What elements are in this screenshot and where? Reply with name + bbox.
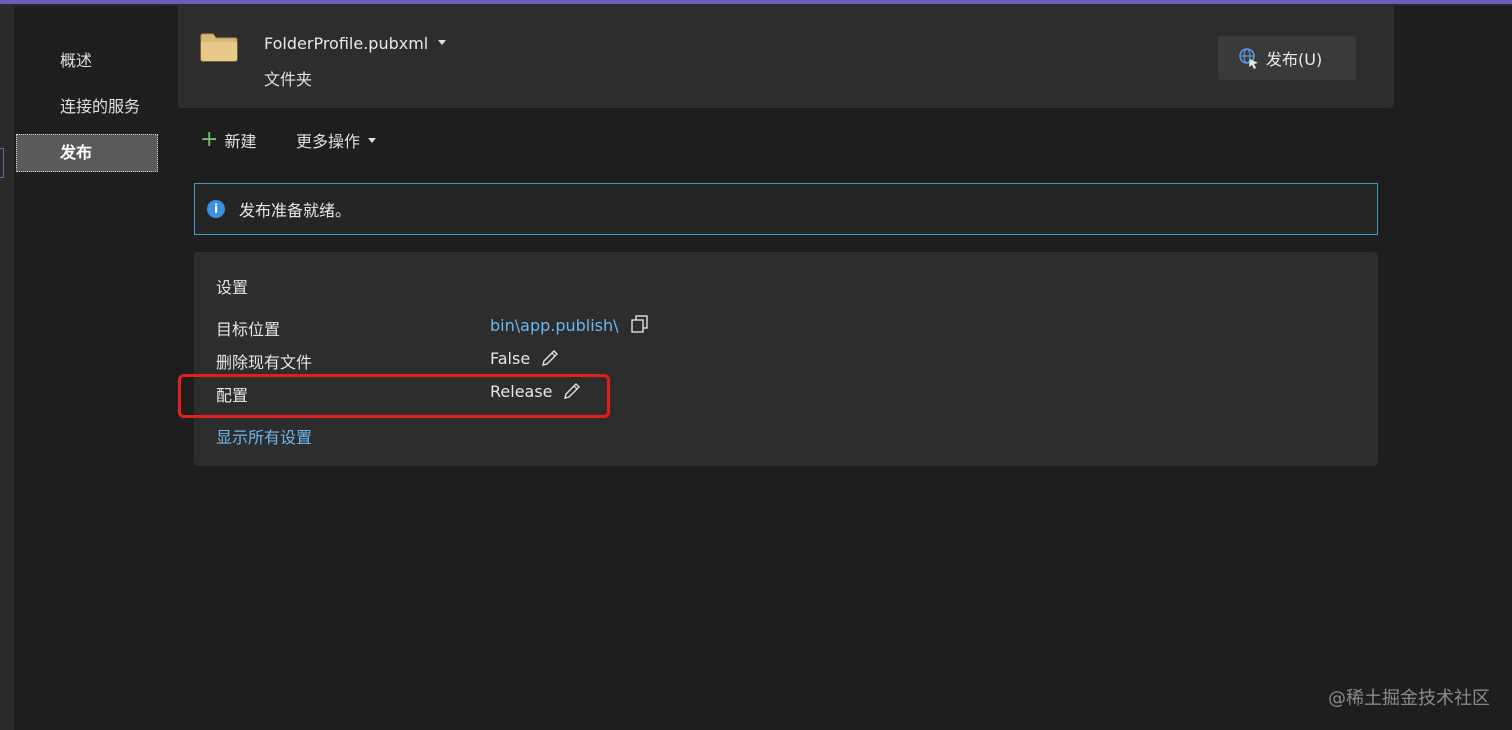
plus-icon: + bbox=[200, 127, 219, 152]
sidebar-item-label: 概述 bbox=[60, 51, 93, 70]
sidebar-item-publish[interactable]: 发布 bbox=[16, 134, 158, 172]
profile-type: 文件夹 bbox=[264, 70, 313, 89]
new-label: 新建 bbox=[224, 132, 257, 151]
info-icon: i bbox=[207, 200, 225, 218]
more-actions-label: 更多操作 bbox=[296, 132, 361, 151]
setting-label-delete-existing: 删除现有文件 bbox=[216, 353, 313, 372]
sidebar-item-overview[interactable]: 概述 bbox=[16, 42, 158, 80]
pencil-icon[interactable] bbox=[540, 348, 560, 368]
new-profile-button[interactable]: + 新建 bbox=[200, 128, 256, 152]
sidebar-item-connected-services[interactable]: 连接的服务 bbox=[16, 88, 158, 126]
setting-value-delete-existing: False bbox=[490, 349, 531, 368]
watermark: @稀土掘金技术社区 bbox=[1328, 688, 1490, 709]
publish-button[interactable]: 发布(U) bbox=[1218, 36, 1356, 80]
sidebar-item-label: 发布 bbox=[60, 143, 93, 162]
active-marker bbox=[0, 148, 4, 178]
chevron-down-icon bbox=[368, 137, 377, 143]
publish-ready-infobar: i 发布准备就绪。 bbox=[194, 183, 1378, 235]
infobar-message: 发布准备就绪。 bbox=[239, 201, 352, 220]
setting-label-target-location: 目标位置 bbox=[216, 320, 281, 339]
settings-panel: 设置 目标位置 bin\app.publish\ 删除现有文件 False 配置… bbox=[194, 252, 1378, 466]
copy-icon[interactable] bbox=[630, 314, 650, 334]
profile-name[interactable]: FolderProfile.pubxml bbox=[264, 34, 428, 53]
folder-icon bbox=[200, 33, 238, 62]
left-activity-strip bbox=[0, 6, 14, 730]
publish-button-label: 发布(U) bbox=[1266, 50, 1323, 69]
sidebar-item-label: 连接的服务 bbox=[60, 97, 141, 116]
profile-dropdown-caret-icon[interactable] bbox=[438, 40, 446, 45]
settings-title: 设置 bbox=[216, 278, 249, 297]
profile-header: FolderProfile.pubxml 文件夹 发布(U) bbox=[178, 6, 1394, 108]
publish-page: FolderProfile.pubxml 文件夹 发布(U) + 新建 更多操作… bbox=[162, 6, 1512, 730]
sidebar: 概述 连接的服务 发布 bbox=[14, 6, 162, 730]
globe-publish-icon bbox=[1239, 48, 1258, 69]
more-actions-dropdown[interactable]: 更多操作 bbox=[296, 128, 377, 152]
annotation-highlight-box bbox=[178, 374, 610, 418]
setting-value-target-location[interactable]: bin\app.publish\ bbox=[490, 316, 619, 335]
show-all-settings-link[interactable]: 显示所有设置 bbox=[216, 424, 312, 448]
